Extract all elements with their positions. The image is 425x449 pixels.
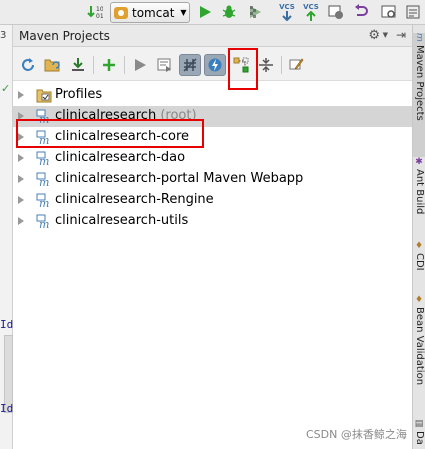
- expand-arrow-icon[interactable]: [18, 217, 24, 225]
- profiles-folder-icon: [36, 88, 52, 103]
- gear-icon[interactable]: ⚙: [368, 28, 380, 43]
- tab-ant-build[interactable]: ✱ Ant Build: [413, 157, 425, 237]
- toolbar-separator: [281, 56, 282, 74]
- tree-item-profiles[interactable]: Profiles: [13, 85, 412, 106]
- ant-icon: ✱: [414, 157, 424, 167]
- generate-sources-icon[interactable]: [41, 54, 63, 76]
- maven-toolbar: [13, 47, 412, 81]
- svg-text:m: m: [39, 155, 49, 166]
- collapse-all-icon[interactable]: [255, 54, 277, 76]
- svg-text:m: m: [39, 218, 49, 229]
- svg-text:01: 01: [96, 13, 103, 20]
- tree-item-label: clinicalresearch-portal Maven Webapp: [55, 171, 304, 186]
- check-icon: ✓: [1, 82, 11, 95]
- tree-item-label: clinicalresearch-utils: [55, 213, 189, 228]
- maven-module-icon: m: [36, 214, 52, 231]
- run-config-dropdown[interactable]: tomcat ▼: [110, 2, 190, 23]
- tab-bean-validation[interactable]: ♦ Bean Validation: [413, 295, 425, 405]
- maven-project-tree: Profiles m clinicalresearch (root) m cli…: [13, 85, 412, 232]
- download-icon[interactable]: [67, 54, 89, 76]
- expand-arrow-icon[interactable]: [18, 175, 24, 183]
- add-icon[interactable]: [98, 54, 120, 76]
- expand-arrow-icon[interactable]: [18, 196, 24, 204]
- svg-text:10: 10: [96, 6, 103, 13]
- hide-panel-icon[interactable]: ⇥: [396, 28, 406, 42]
- execute-goal-icon[interactable]: [154, 54, 176, 76]
- toolbar-separator: [93, 56, 94, 74]
- maven-icon: m: [414, 33, 424, 42]
- tab-cdi[interactable]: ♦ CDI: [413, 241, 425, 291]
- undo-icon[interactable]: [352, 3, 370, 21]
- debug-icon[interactable]: [220, 3, 238, 21]
- tree-item-module[interactable]: m clinicalresearch-dao: [13, 148, 412, 169]
- tab-label: Maven Projects: [414, 45, 425, 121]
- code-fragment-2: Id: [0, 402, 14, 415]
- search-icon[interactable]: [380, 3, 398, 21]
- skip-tests-icon[interactable]: [204, 54, 226, 76]
- expand-arrow-icon[interactable]: [18, 91, 24, 99]
- editor-gutter: 3 ✓ Id Id: [0, 25, 13, 449]
- chevron-down-icon[interactable]: ▼: [383, 31, 388, 39]
- tab-maven-projects[interactable]: m Maven Projects: [413, 33, 425, 157]
- tree-item-label: clinicalresearch-Rengine: [55, 192, 214, 207]
- maven-module-icon: m: [36, 151, 52, 168]
- tab-label: Bean Validation: [414, 307, 425, 386]
- right-tool-strip: m Maven Projects ✱ Ant Build ♦ CDI ♦ Bea…: [412, 25, 425, 449]
- maven-module-icon: m: [36, 193, 52, 210]
- root-module-highlight: [16, 119, 204, 148]
- tree-item-module[interactable]: m clinicalresearch-portal Maven Webapp: [13, 169, 412, 190]
- run-config-label: tomcat: [132, 5, 175, 20]
- maven-projects-panel: Maven Projects ⚙ ▼ ⇥ Profiles m clinical…: [13, 25, 412, 449]
- panel-header: Maven Projects ⚙ ▼ ⇥: [13, 25, 412, 47]
- history-icon[interactable]: [327, 3, 345, 21]
- toggle-offline-icon[interactable]: [179, 54, 201, 76]
- settings-icon[interactable]: [286, 54, 308, 76]
- vcs-update-icon[interactable]: VCS: [277, 2, 297, 23]
- tab-label: Da: [414, 431, 425, 445]
- panel-title: Maven Projects: [19, 28, 110, 43]
- tree-item-module[interactable]: m clinicalresearch-Rengine: [13, 190, 412, 211]
- svg-text:m: m: [39, 197, 49, 208]
- chevron-down-icon: ▼: [180, 8, 187, 17]
- show-dependencies-highlight: [228, 48, 258, 90]
- bean-icon: ♦: [414, 295, 424, 305]
- main-toolbar: 10 01 tomcat ▼ VCS VCS: [0, 0, 425, 25]
- vcs-commit-label: VCS: [303, 3, 319, 11]
- tree-item-label: Profiles: [55, 87, 103, 102]
- vcs-update-label: VCS: [279, 3, 295, 11]
- run-icon[interactable]: [196, 3, 214, 21]
- watermark: CSDN @抹香鲸之海: [306, 428, 407, 441]
- sort-icon[interactable]: 10 01: [86, 3, 104, 21]
- run-icon[interactable]: [129, 54, 151, 76]
- vcs-commit-icon[interactable]: VCS: [301, 2, 321, 23]
- tab-label: CDI: [414, 253, 425, 271]
- maven-module-icon: m: [36, 172, 52, 189]
- line-number: 3: [0, 30, 7, 41]
- tree-item-label: clinicalresearch-dao: [55, 150, 186, 165]
- toolbar-separator: [124, 56, 125, 74]
- coverage-icon[interactable]: [246, 3, 264, 21]
- tab-database[interactable]: ▤ Da: [413, 419, 425, 449]
- tomcat-icon: [114, 6, 128, 19]
- cdi-icon: ♦: [414, 241, 424, 251]
- expand-arrow-icon[interactable]: [18, 154, 24, 162]
- more-icon[interactable]: [404, 3, 422, 21]
- svg-text:m: m: [39, 176, 49, 187]
- code-fragment-1: Id: [0, 318, 14, 331]
- reimport-icon[interactable]: [17, 54, 39, 76]
- tree-item-module[interactable]: m clinicalresearch-utils: [13, 211, 412, 232]
- database-icon: ▤: [414, 419, 424, 429]
- tab-label: Ant Build: [414, 169, 425, 215]
